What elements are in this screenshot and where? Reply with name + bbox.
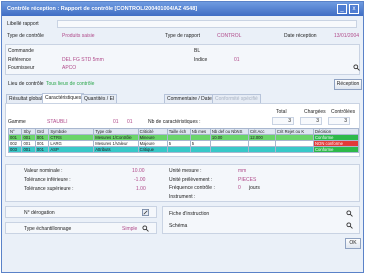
table-cell: [189, 146, 211, 153]
table-cell: [209, 146, 250, 153]
tab-commentaire-dates[interactable]: Commentaire / Dates: [164, 94, 218, 103]
chargees-label: Chargées: [304, 109, 326, 115]
frequence-value: 0: [238, 185, 241, 191]
bl-label: BL: [194, 48, 201, 54]
echantillonnage-label: Type échantillonnage: [24, 226, 72, 232]
schema-label: Schéma: [169, 223, 188, 229]
controlees-count: 3: [328, 117, 350, 125]
commande-label: Commande: [8, 48, 34, 54]
total-count: 3: [272, 117, 294, 125]
tab-conformite[interactable]: Conformité spécifié: [212, 94, 261, 103]
nb-caracteristiques-label: Nb de caractéristiques :: [148, 119, 201, 125]
table-cell: Mesures 1/Contrôle: [93, 134, 139, 141]
close-button[interactable]: OK: [345, 238, 361, 249]
type-controle-label: Type de contrôle: [7, 33, 44, 39]
controlees-label: Contrôlées: [331, 109, 356, 115]
close-window-button[interactable]: x: [349, 4, 359, 14]
type-controle-value: Produits saisie: [62, 33, 95, 39]
table-cell: 001: [34, 146, 50, 153]
lieu-label: Lieu de contrôle: [8, 81, 44, 87]
order-panel: [5, 44, 360, 75]
decision-badge: Conforme: [313, 146, 359, 153]
minimize-button[interactable]: _: [337, 4, 347, 14]
echantillonnage-value: Simple: [122, 226, 138, 232]
unite-prelevement-label: Unité prélèvement :: [169, 177, 213, 183]
frequence-label: Fréquence contrôle :: [169, 185, 215, 191]
table-cell: [248, 146, 276, 153]
nominale-value: 10.00: [132, 168, 145, 174]
fournisseur-value: APCO: [62, 65, 77, 71]
total-label: Total: [276, 109, 287, 115]
indice-value: 01: [234, 57, 240, 63]
tab-quantites[interactable]: Quantités / EI: [81, 94, 118, 103]
table-cell: Critique: [137, 146, 168, 153]
gamme-value: STAUBLI: [47, 119, 68, 125]
reference-value: DEL FG STD 5mm: [62, 57, 104, 63]
table-cell: [166, 146, 191, 153]
tol-inf-value: -1.00: [134, 177, 146, 183]
libelle-label: Libellé rapport: [7, 21, 39, 27]
tol-sup-value: 1.00: [136, 186, 146, 192]
gamme-col1: 01: [113, 119, 119, 125]
search-icon[interactable]: [142, 225, 149, 232]
tol-inf-label: Tolérance inférieure :: [24, 177, 71, 183]
tab-resultat-global[interactable]: Résultat global: [6, 94, 46, 103]
tol-sup-label: Tolérance supérieure :: [24, 186, 74, 192]
libelle-input[interactable]: [57, 20, 357, 28]
table-cell: 003: [7, 146, 23, 153]
derogation-label: N° dérogation: [24, 210, 55, 216]
date-reception-label: Date réception: [284, 33, 317, 39]
instrument-label: Instrument :: [169, 194, 196, 200]
table-row[interactable]: 003 001 001 ASP Attributs Critique Confo…: [7, 146, 359, 153]
gamme-label: Gamme: [8, 119, 26, 125]
table-cell: [274, 146, 315, 153]
title-bar: Contrôle réception : Rapport de contrôle…: [2, 2, 363, 16]
unite-prelevement-value: PIECES: [238, 177, 257, 183]
table-cell: ASP: [48, 146, 95, 153]
indice-label: Indice: [194, 57, 208, 63]
nominale-label: Valeur nominale :: [24, 168, 63, 174]
fournisseur-label: Fournisseur: [8, 65, 35, 71]
fiche-label: Fiche d'instruction: [169, 211, 210, 217]
reference-label: Référence: [8, 57, 32, 63]
unite-mesure-value: mm: [238, 168, 247, 174]
date-reception-value: 13/01/2004: [334, 33, 360, 39]
table-cell: 001: [21, 146, 36, 153]
app-window: Contrôle réception : Rapport de contrôle…: [1, 1, 364, 273]
chargees-count: 3: [300, 117, 322, 125]
lieu-value: Tous lieux de contrôle: [46, 81, 95, 87]
search-icon[interactable]: [346, 210, 353, 217]
reception-button[interactable]: Réception: [334, 79, 362, 90]
table-cell: Attributs: [93, 146, 139, 153]
gamme-col2: 01: [127, 119, 133, 125]
caracteristiques-table: N° Sby Grd Symbole Type ctle Criticité T…: [7, 128, 359, 153]
type-rapport-value: CONTROL: [217, 33, 242, 39]
search-icon[interactable]: [353, 64, 360, 71]
window-title: Contrôle réception : Rapport de contrôle…: [7, 6, 198, 12]
frequence-unit: jours: [249, 185, 260, 191]
unite-mesure-label: Unité mesure :: [169, 168, 202, 174]
tab-caracteristiques[interactable]: Caractéristiques: [42, 93, 85, 103]
search-icon[interactable]: [346, 222, 353, 229]
edit-icon[interactable]: [142, 209, 149, 216]
type-rapport-label: Type de rapport: [165, 33, 201, 39]
